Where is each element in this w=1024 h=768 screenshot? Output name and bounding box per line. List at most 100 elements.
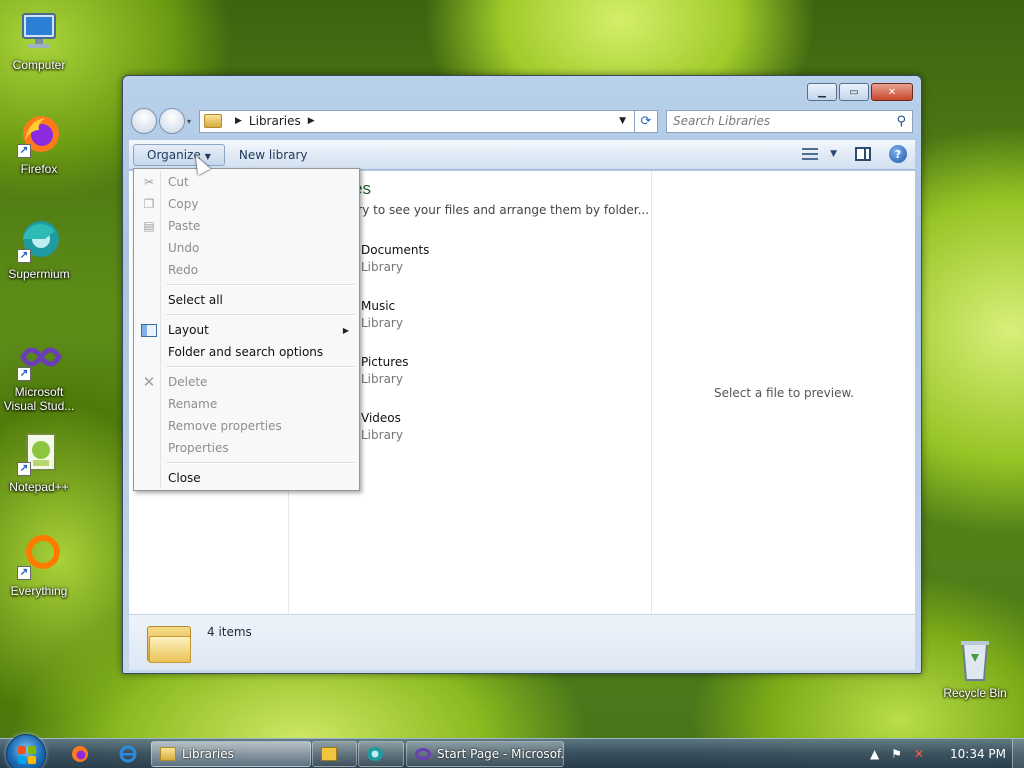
menu-item-paste[interactable]: ▤ Paste (136, 215, 357, 237)
taskbar-firefox-button[interactable] (62, 742, 98, 766)
library-item-documents[interactable]: Documents Library (361, 243, 561, 274)
forward-button[interactable] (159, 108, 185, 134)
library-item-type: Library (361, 260, 403, 274)
change-view-button[interactable]: ▼ (802, 144, 837, 164)
minimize-button[interactable]: ▁ (807, 83, 837, 101)
organize-menu: ✂ Cut ❐ Copy ▤ Paste Undo Redo Select al… (133, 168, 360, 491)
scissors-icon: ✂ (143, 175, 155, 189)
desktop-icon-recycle-bin[interactable]: Recycle Bin (936, 636, 1014, 700)
organize-button[interactable]: Organize ▼ (133, 143, 225, 166)
library-item-name: Videos (361, 411, 401, 425)
menu-item-redo[interactable]: Redo (136, 259, 357, 281)
action-center-icon[interactable]: ⚑ (891, 747, 902, 761)
chevron-down-icon[interactable]: ▼ (830, 149, 837, 159)
desktop-icon-label: Recycle Bin (943, 686, 1007, 700)
window-controls: ▁ ▭ ✕ (807, 83, 913, 101)
address-bar[interactable]: ▶ Libraries ▶ ▼ (199, 109, 635, 133)
shortcut-arrow-icon: ↗ (17, 249, 31, 263)
shortcut-arrow-icon: ↗ (17, 462, 31, 476)
computer-icon (15, 8, 63, 56)
menu-item-close[interactable]: Close (136, 467, 357, 489)
close-window-button[interactable]: ✕ (871, 83, 913, 101)
desktop-icon-computer[interactable]: Computer (0, 8, 78, 72)
desktop-icon-label: Notepad++ (9, 480, 69, 494)
preview-pane-button[interactable] (855, 144, 871, 164)
help-button[interactable]: ? (889, 144, 907, 164)
breadcrumb-arrow-icon[interactable]: ▶ (308, 116, 315, 126)
desktop-icon-supermium[interactable]: ↗ Supermium (0, 217, 78, 281)
taskbar-task-media-player[interactable] (312, 741, 357, 767)
show-hidden-icons-button[interactable]: ▲ (870, 747, 879, 761)
menu-item-remove-properties[interactable]: Remove properties (136, 415, 357, 437)
layout-icon (141, 323, 157, 337)
close-icon: ✕ (887, 86, 897, 98)
new-library-button[interactable]: New library (225, 144, 322, 166)
taskbar-task-supermium[interactable] (358, 741, 404, 767)
maximize-button[interactable]: ▭ (839, 83, 869, 101)
desktop-icon-visual-studio[interactable]: ↗ Microsoft Visual Stud... (0, 335, 78, 413)
details-pane: 4 items (129, 614, 915, 670)
notepadpp-icon: ↗ (15, 430, 63, 478)
start-button[interactable] (6, 734, 46, 768)
refresh-button[interactable]: ⟳ (635, 109, 658, 133)
everything-icon: ↗ (15, 534, 63, 582)
item-count: 4 items (207, 624, 252, 639)
menu-item-label: Properties (168, 441, 229, 455)
maximize-icon: ▭ (849, 86, 859, 98)
menu-item-cut[interactable]: ✂ Cut (136, 171, 357, 193)
library-item-videos[interactable]: Videos Library (361, 411, 561, 442)
delete-icon: ✕ (142, 373, 156, 391)
breadcrumb-libraries[interactable]: Libraries (249, 114, 301, 128)
desktop-icon-firefox[interactable]: ↗ Firefox (0, 112, 78, 176)
libraries-folder-icon (204, 114, 222, 128)
menu-item-delete[interactable]: ✕ Delete (136, 371, 357, 393)
taskbar-task-label: Libraries (182, 747, 234, 761)
desktop-icon-everything[interactable]: ↗ Everything (0, 534, 78, 598)
show-desktop-button[interactable] (1012, 739, 1024, 768)
menu-item-layout[interactable]: Layout ▶ (136, 319, 357, 341)
recent-pages-dropdown[interactable]: ▾ (187, 117, 195, 126)
menu-item-label: Undo (168, 241, 200, 255)
menu-item-properties[interactable]: Properties (136, 437, 357, 459)
refresh-icon: ⟳ (640, 113, 652, 129)
menu-item-label: Select all (168, 293, 223, 307)
shortcut-arrow-icon: ↗ (17, 566, 31, 580)
menu-item-rename[interactable]: Rename (136, 393, 357, 415)
library-item-pictures[interactable]: Pictures Library (361, 355, 561, 386)
menu-separator (136, 459, 357, 467)
taskbar-task-libraries[interactable]: Libraries (151, 741, 311, 767)
command-bar: Organize ▼ New library ▼ ? (129, 140, 915, 170)
desktop-icon-label: Firefox (20, 162, 58, 176)
taskbar-task-visual-studio[interactable]: Start Page - Microsof... (406, 741, 564, 767)
breadcrumb-arrow-icon[interactable]: ▶ (235, 116, 242, 126)
library-item-name: Pictures (361, 355, 409, 369)
supermium-icon (367, 747, 383, 761)
menu-item-undo[interactable]: Undo (136, 237, 357, 259)
menu-item-label: Remove properties (168, 419, 282, 433)
library-item-music[interactable]: Music Library (361, 299, 561, 330)
search-input[interactable]: Search Libraries ⚲ (666, 109, 913, 133)
taskbar-internet-explorer-button[interactable] (110, 742, 146, 766)
menu-item-label: Redo (168, 263, 199, 277)
library-item-name: Music (361, 299, 396, 313)
layout-icon-wrapper (141, 322, 157, 338)
visual-studio-icon (415, 748, 431, 760)
desktop-icon-notepadpp[interactable]: ↗ Notepad++ (0, 430, 78, 494)
menu-item-label: Layout (168, 323, 209, 337)
search-icon[interactable]: ⚲ (896, 114, 906, 129)
menu-item-folder-search-options[interactable]: Folder and search options (136, 341, 357, 363)
view-icon (802, 148, 819, 160)
menu-item-label: Rename (168, 397, 218, 411)
desktop-icon-label: Microsoft Visual Stud... (3, 385, 75, 413)
network-disconnected-icon[interactable]: ✕ (914, 747, 924, 761)
folder-icon (160, 747, 176, 761)
desktop-icon-label: Supermium (8, 267, 70, 281)
back-button[interactable] (131, 108, 157, 134)
menu-item-copy[interactable]: ❐ Copy (136, 193, 357, 215)
clock[interactable]: 10:34 PM (950, 747, 1006, 761)
library-item-type: Library (361, 372, 403, 386)
desktop-icon-label: Computer (12, 58, 66, 72)
address-history-dropdown-icon[interactable]: ▼ (615, 116, 630, 126)
search-placeholder: Search Libraries (673, 114, 771, 128)
menu-item-select-all[interactable]: Select all (136, 289, 357, 311)
